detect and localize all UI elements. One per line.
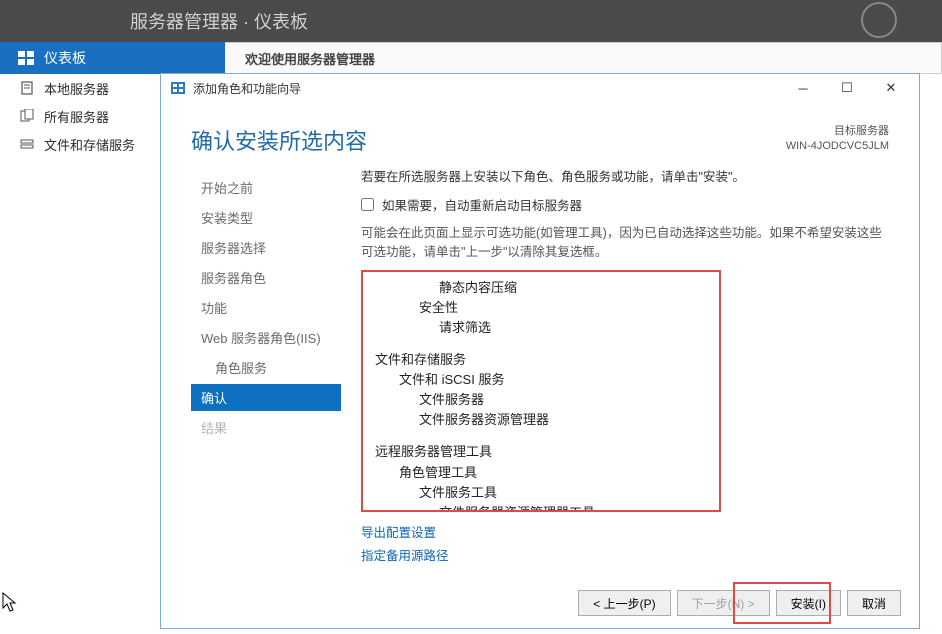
dashboard-icon	[18, 51, 34, 65]
optional-features-note: 可能会在此页面上显示可选功能(如管理工具)，因为已自动选择这些功能。如果不希望安…	[361, 224, 889, 262]
wizard-heading: 确认安装所选内容	[191, 124, 367, 156]
minimize-button[interactable]: ─	[781, 77, 825, 99]
tree-item: 文件服务器	[375, 390, 707, 410]
auto-restart-checkbox[interactable]	[361, 198, 374, 211]
step-install-type[interactable]: 安装类型	[191, 204, 341, 231]
servers-icon	[20, 109, 34, 123]
refresh-circle-icon[interactable]	[861, 2, 897, 38]
server-manager-topbar: 服务器管理器 · 仪表板	[0, 0, 942, 42]
tree-item: 文件和 iSCSI 服务	[375, 370, 707, 390]
maximize-button[interactable]: ☐	[825, 77, 869, 99]
server-manager-icon	[171, 82, 185, 94]
tree-item: 静态内容压缩	[375, 278, 707, 298]
previous-button[interactable]: < 上一步(P)	[578, 590, 670, 616]
selected-features-list[interactable]: 静态内容压缩 安全性 请求筛选 文件和存储服务 文件和 iSCSI 服务 文件服…	[361, 270, 721, 512]
wizard-titlebar[interactable]: 添加角色和功能向导 ─ ☐ ✕	[161, 74, 919, 102]
step-server-select[interactable]: 服务器选择	[191, 234, 341, 261]
step-role-services[interactable]: 角色服务	[191, 354, 341, 381]
tree-item: 安全性	[375, 298, 707, 318]
add-roles-wizard-window: 添加角色和功能向导 ─ ☐ ✕ 确认安装所选内容 目标服务器 WIN-4JODC…	[160, 73, 920, 629]
server-icon	[20, 81, 34, 95]
auto-restart-label[interactable]: 如果需要，自动重新启动目标服务器	[382, 195, 582, 214]
tree-item: 文件服务器资源管理器	[375, 410, 707, 430]
wizard-content: 若要在所选服务器上安装以下角色、角色服务或功能，请单击"安装"。 如果需要，自动…	[341, 166, 889, 566]
topbar-title: 服务器管理器 · 仪表板	[130, 8, 308, 34]
alt-source-link[interactable]: 指定备用源路径	[361, 545, 889, 564]
sidebar-item-label: 所有服务器	[44, 107, 109, 126]
next-button: 下一步(N) >	[677, 590, 770, 616]
tree-item: 请求筛选	[375, 318, 707, 338]
step-results: 结果	[191, 414, 341, 441]
wizard-steps-list: 开始之前 安装类型 服务器选择 服务器角色 功能 Web 服务器角色(IIS) …	[191, 166, 341, 566]
tree-item: 文件服务器资源管理器工具	[375, 503, 707, 512]
dest-value: WIN-4JODCVC5JLM	[786, 139, 889, 154]
destination-server-info: 目标服务器 WIN-4JODCVC5JLM	[786, 124, 889, 155]
step-server-roles[interactable]: 服务器角色	[191, 264, 341, 291]
install-button[interactable]: 安装(I)	[776, 590, 841, 616]
sidebar-item-label: 仪表板	[44, 48, 86, 68]
step-confirm[interactable]: 确认	[191, 384, 341, 411]
sidebar-item-dashboard[interactable]: 仪表板	[0, 42, 225, 74]
wizard-title-text: 添加角色和功能向导	[193, 80, 301, 97]
step-before-begin[interactable]: 开始之前	[191, 174, 341, 201]
dest-label: 目标服务器	[786, 124, 889, 139]
close-button[interactable]: ✕	[869, 77, 913, 99]
storage-icon	[20, 137, 34, 151]
welcome-bar: 欢迎使用服务器管理器	[225, 42, 942, 74]
step-features[interactable]: 功能	[191, 294, 341, 321]
wizard-footer: < 上一步(P) 下一步(N) > 安装(I) 取消	[578, 590, 901, 616]
sidebar-item-label: 文件和存储服务	[44, 135, 135, 154]
tree-item: 远程服务器管理工具	[375, 442, 707, 462]
tree-item: 角色管理工具	[375, 463, 707, 483]
sidebar-item-label: 本地服务器	[44, 79, 109, 98]
instruction-text: 若要在所选服务器上安装以下角色、角色服务或功能，请单击"安装"。	[361, 166, 889, 185]
wizard-header: 确认安装所选内容 目标服务器 WIN-4JODCVC5JLM	[161, 102, 919, 166]
export-config-link[interactable]: 导出配置设置	[361, 522, 889, 541]
tree-item: 文件和存储服务	[375, 350, 707, 370]
mouse-cursor-icon	[2, 592, 18, 614]
cancel-button[interactable]: 取消	[847, 590, 901, 616]
tree-item: 文件服务工具	[375, 483, 707, 503]
step-web-iis[interactable]: Web 服务器角色(IIS)	[191, 324, 341, 351]
